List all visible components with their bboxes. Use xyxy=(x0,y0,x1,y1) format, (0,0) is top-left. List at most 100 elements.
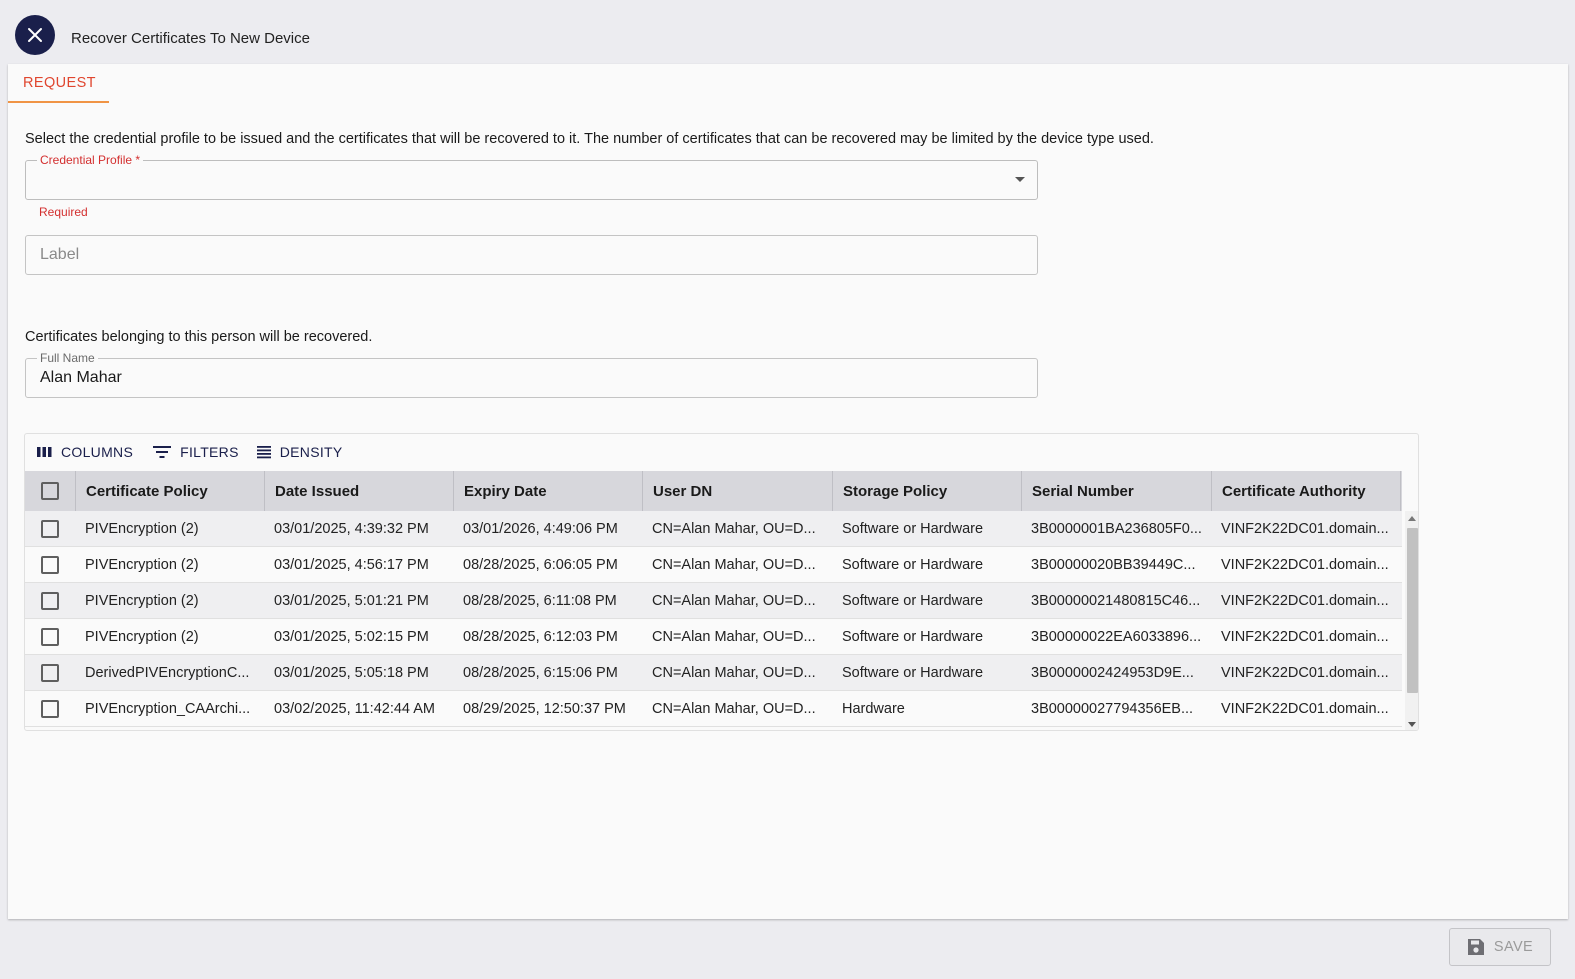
columns-label: COLUMNS xyxy=(61,444,134,460)
table-cell: CN=Alan Mahar, OU=D... xyxy=(652,556,816,573)
column-header[interactable]: Certificate Authority xyxy=(1211,471,1401,511)
table-cell: CN=Alan Mahar, OU=D... xyxy=(652,664,816,681)
table-row[interactable]: PIVEncryption (2) 03/01/2025, 4:56:17 PM… xyxy=(25,547,1402,583)
row-checkbox-cell xyxy=(25,509,75,549)
save-label: SAVE xyxy=(1493,939,1534,955)
table-cell: PIVEncryption (2) xyxy=(85,520,199,537)
table-cell: Software or Hardware xyxy=(842,664,984,681)
row-checkbox[interactable] xyxy=(41,627,59,646)
full-name-value: Alan Mahar xyxy=(40,369,122,386)
table-cell: CN=Alan Mahar, OU=D... xyxy=(652,520,816,537)
table-cell: 3B0000001BA236805F0... xyxy=(1031,520,1202,537)
table-cell: PIVEncryption (2) xyxy=(85,628,199,645)
table-cell: VINF2K22DC01.domain... xyxy=(1221,664,1389,681)
table-cell: 3B00000021480815C46... xyxy=(1031,592,1201,609)
label-placeholder: Label xyxy=(40,246,80,263)
full-name-label: Full Name xyxy=(37,350,98,366)
table-cell: Software or Hardware xyxy=(842,556,984,573)
close-button[interactable] xyxy=(15,15,55,55)
table-cell: 08/29/2025, 12:50:37 PM xyxy=(463,700,626,717)
columns-button[interactable]: COLUMNS xyxy=(33,437,137,467)
table-cell: PIVEncryption_CAArchi... xyxy=(85,700,251,717)
column-header[interactable]: Expiry Date xyxy=(453,471,642,511)
table-cell: PIVEncryption (2) xyxy=(85,592,199,609)
density-button[interactable]: DENSITY xyxy=(253,437,347,467)
table-cell: 03/01/2025, 5:01:21 PM xyxy=(274,592,429,609)
scroll-down-arrow-icon[interactable] xyxy=(1408,722,1416,727)
table-cell: 03/02/2025, 11:42:44 AM xyxy=(274,700,435,717)
row-checkbox-cell xyxy=(25,653,75,693)
save-button[interactable]: SAVE xyxy=(1449,928,1551,966)
credential-profile-select[interactable]: Credential Profile * xyxy=(25,152,1038,200)
filters-label: FILTERS xyxy=(180,444,239,460)
recovery-text: Certificates belonging to this person wi… xyxy=(25,329,373,345)
table-cell: 3B0000002424953D9E... xyxy=(1031,664,1194,681)
instructions-text: Select the credential profile to be issu… xyxy=(25,131,1154,147)
table-cell: Software or Hardware xyxy=(842,628,984,645)
page-title: Recover Certificates To New Device xyxy=(71,30,310,47)
close-icon xyxy=(28,28,42,42)
row-checkbox-cell xyxy=(25,545,75,585)
table-cell: VINF2K22DC01.domain... xyxy=(1221,556,1389,573)
filter-icon xyxy=(153,446,172,458)
column-header[interactable]: Date Issued xyxy=(264,471,453,511)
filters-button[interactable]: FILTERS xyxy=(149,437,243,467)
certificates-grid: COLUMNS FILTERS DENSITY Certificate Poli… xyxy=(24,433,1419,731)
table-cell: 03/01/2025, 4:56:17 PM xyxy=(274,556,429,573)
top-bar: Recover Certificates To New Device xyxy=(0,0,1575,66)
grid-toolbar: COLUMNS FILTERS DENSITY xyxy=(25,434,1418,470)
table-cell: 08/28/2025, 6:12:03 PM xyxy=(463,628,618,645)
columns-icon xyxy=(37,447,52,457)
table-cell: 03/01/2025, 4:39:32 PM xyxy=(274,520,429,537)
floppy-disk-icon xyxy=(1467,939,1484,955)
table-cell: 3B00000020BB39449C... xyxy=(1031,556,1196,573)
label-input[interactable]: Label xyxy=(25,235,1038,275)
grid-scrollbar[interactable] xyxy=(1405,511,1418,730)
table-cell: 03/01/2025, 5:05:18 PM xyxy=(274,664,429,681)
row-checkbox[interactable] xyxy=(41,591,59,610)
table-cell: 03/01/2025, 5:02:15 PM xyxy=(274,628,429,645)
table-cell: Software or Hardware xyxy=(842,592,984,609)
row-checkbox[interactable] xyxy=(41,519,59,538)
table-cell: DerivedPIVEncryptionC... xyxy=(85,664,250,681)
table-cell: 03/01/2026, 4:49:06 PM xyxy=(463,520,618,537)
table-cell: 08/28/2025, 6:11:08 PM xyxy=(463,592,617,609)
table-cell: VINF2K22DC01.domain... xyxy=(1221,592,1389,609)
scroll-up-arrow-icon[interactable] xyxy=(1408,516,1416,521)
select-all-cell xyxy=(25,471,75,511)
table-row[interactable]: PIVEncryption (2) 03/01/2025, 4:39:32 PM… xyxy=(25,511,1402,547)
scrollbar-thumb[interactable] xyxy=(1407,528,1418,693)
table-cell: Hardware xyxy=(842,700,905,717)
row-checkbox[interactable] xyxy=(41,555,59,574)
grid-rows: PIVEncryption (2) 03/01/2025, 4:39:32 PM… xyxy=(25,511,1402,727)
table-cell: CN=Alan Mahar, OU=D... xyxy=(652,700,816,717)
table-cell: Software or Hardware xyxy=(842,520,984,537)
table-cell: PIVEncryption (2) xyxy=(85,556,199,573)
select-all-checkbox[interactable] xyxy=(41,482,59,500)
row-checkbox[interactable] xyxy=(41,699,59,718)
table-cell: 08/28/2025, 6:06:05 PM xyxy=(463,556,618,573)
table-cell: 3B00000022EA6033896... xyxy=(1031,628,1202,645)
row-checkbox-cell xyxy=(25,617,75,657)
density-icon xyxy=(256,446,271,459)
full-name-field[interactable]: Full Name Alan Mahar xyxy=(25,350,1038,398)
column-header[interactable]: Storage Policy xyxy=(832,471,1021,511)
table-row[interactable]: PIVEncryption (2) 03/01/2025, 5:01:21 PM… xyxy=(25,583,1402,619)
column-header[interactable]: Certificate Policy xyxy=(75,471,264,511)
table-cell: 3B00000027794356EB... xyxy=(1031,700,1194,717)
table-cell: VINF2K22DC01.domain... xyxy=(1221,628,1389,645)
column-header[interactable]: User DN xyxy=(642,471,832,511)
grid-header: Certificate Policy Date Issued Expiry Da… xyxy=(25,471,1402,511)
tab-request[interactable]: REQUEST xyxy=(8,64,109,103)
arrow-drop-down-icon xyxy=(1015,177,1025,182)
column-header[interactable]: Serial Number xyxy=(1021,471,1211,511)
row-checkbox[interactable] xyxy=(41,663,59,682)
row-checkbox-cell xyxy=(25,581,75,621)
table-row[interactable]: PIVEncryption_CAArchi... 03/02/2025, 11:… xyxy=(25,691,1402,727)
credential-profile-helper: Required xyxy=(39,205,88,219)
table-cell: VINF2K22DC01.domain... xyxy=(1221,520,1389,537)
table-row[interactable]: PIVEncryption (2) 03/01/2025, 5:02:15 PM… xyxy=(25,619,1402,655)
table-cell: CN=Alan Mahar, OU=D... xyxy=(652,628,816,645)
table-cell: CN=Alan Mahar, OU=D... xyxy=(652,592,816,609)
table-row[interactable]: DerivedPIVEncryptionC... 03/01/2025, 5:0… xyxy=(25,655,1402,691)
